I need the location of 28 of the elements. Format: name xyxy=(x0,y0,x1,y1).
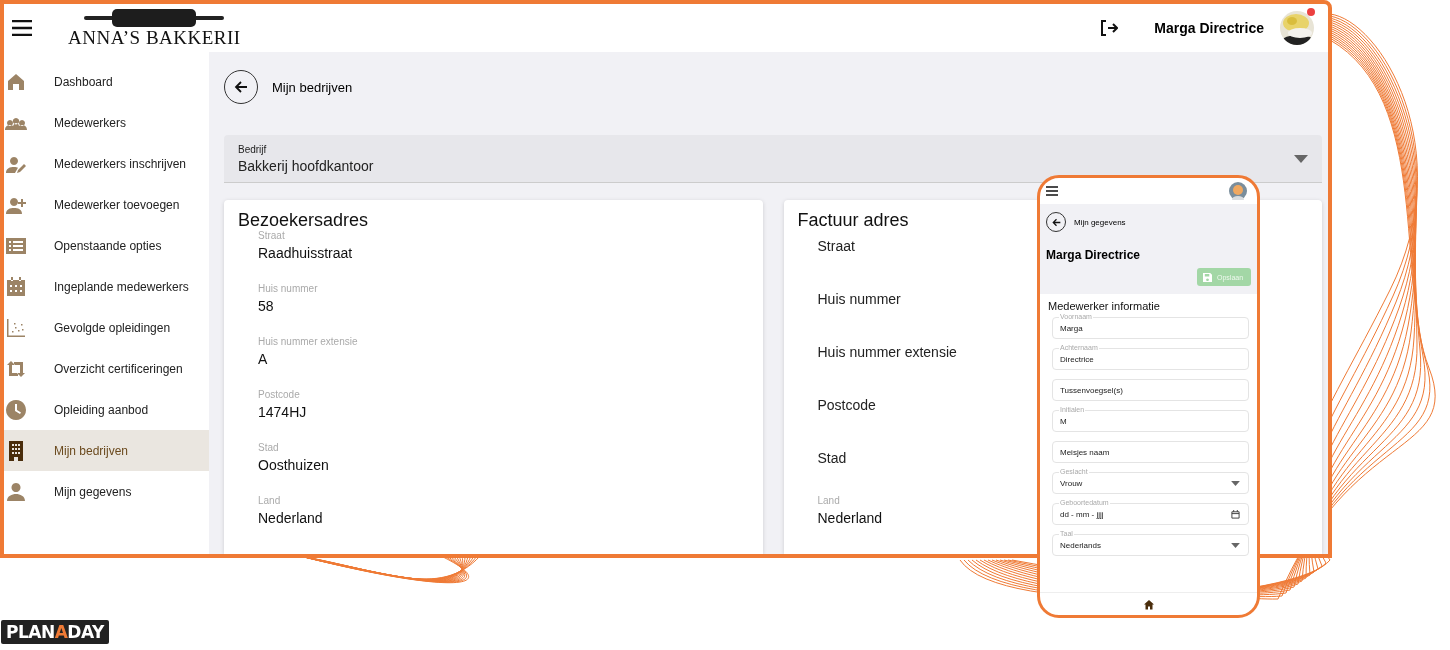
field-label: Huis nummer xyxy=(817,290,901,307)
field-value: A xyxy=(258,351,268,367)
user-name: Marga Directrice xyxy=(1046,248,1142,262)
user-name: Marga Directrice xyxy=(1154,20,1264,36)
field-value: Raadhuisstraat xyxy=(258,245,353,261)
field-value: 1474HJ xyxy=(258,404,307,420)
card-title: Bezoekersadres xyxy=(238,210,369,231)
field-label: Straat xyxy=(258,230,285,241)
logo-text: ANNA’S BAKKERII xyxy=(68,28,241,48)
field-value: Nederland xyxy=(817,510,883,526)
field-label: Huis nummer xyxy=(258,283,318,294)
field-label: Huis nummer extensie xyxy=(817,343,957,360)
page-title: Mijn gegevens xyxy=(1074,217,1126,227)
page-title: Mijn bedrijven xyxy=(272,79,353,95)
brand-logo: PLANADAY xyxy=(1,620,109,644)
field-label: Stad xyxy=(817,449,847,466)
section-title: Medewerker informatie xyxy=(1048,300,1161,312)
field-label: Stad xyxy=(258,442,279,453)
field-label: Land xyxy=(817,495,840,506)
field-value: Oosthuizen xyxy=(258,457,329,473)
field-label: Postcode xyxy=(258,389,300,400)
field-value: 58 xyxy=(258,298,274,314)
field-label: Huis nummer extensie xyxy=(258,336,358,347)
field-label: Straat xyxy=(817,237,855,254)
field-value: Nederland xyxy=(258,510,323,526)
field-label: Postcode xyxy=(817,396,876,413)
field-label: Land xyxy=(258,495,281,506)
card-title: Factuur adres xyxy=(797,210,909,231)
